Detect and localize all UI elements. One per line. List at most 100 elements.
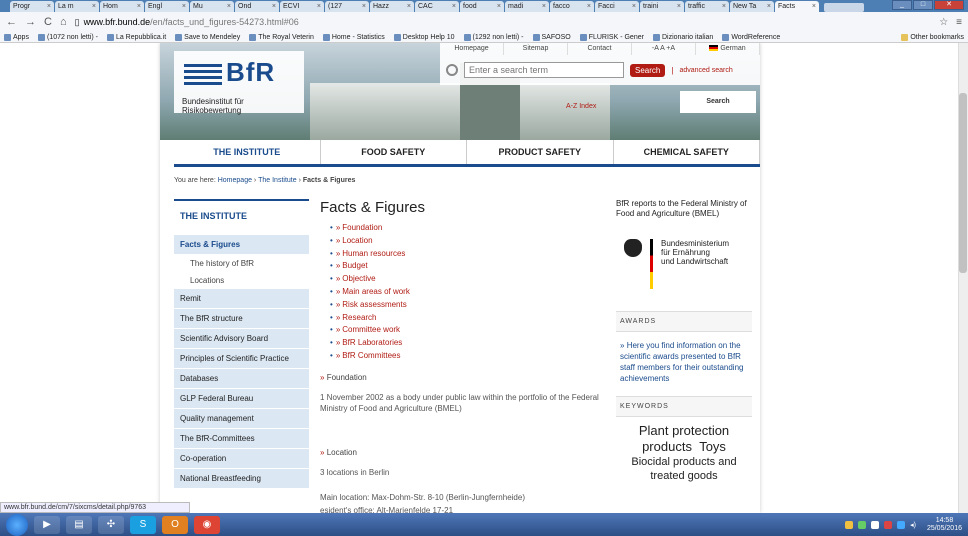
az-search-tab[interactable]: Search <box>680 91 756 113</box>
other-bookmarks[interactable]: Other bookmarks <box>901 33 964 41</box>
bookmark-item[interactable]: WordReference <box>722 33 780 41</box>
az-index-link[interactable]: A-Z Index <box>560 99 630 119</box>
breadcrumb-homepage[interactable]: Homepage <box>218 177 252 184</box>
network-app-icon[interactable]: ✣ <box>98 515 124 534</box>
bfr-logo[interactable]: BfR Bundesinstitut für Risikobewertung <box>174 51 304 115</box>
left-menu-item[interactable]: Databases <box>174 369 309 389</box>
ministry-logo[interactable]: Bundesministerium für Ernährung und Land… <box>624 239 752 289</box>
left-menu-item[interactable]: Co-operation <box>174 449 309 469</box>
toc-item[interactable]: •» Foundation <box>330 222 610 235</box>
bookmark-item[interactable]: SAFOSO <box>532 33 571 41</box>
nav-the-institute[interactable]: THE INSTITUTE <box>174 140 321 164</box>
toc-item[interactable]: •» Location <box>330 235 610 248</box>
toc-item[interactable]: •» Human resources <box>330 248 610 261</box>
close-tab-icon[interactable]: × <box>362 1 366 12</box>
font-size-control[interactable]: -A A +A <box>632 43 696 55</box>
toc-item[interactable]: •» Research <box>330 312 610 325</box>
close-tab-icon[interactable]: × <box>767 1 771 12</box>
clock[interactable]: 14:58 25/05/2016 <box>927 517 962 533</box>
left-menu-item[interactable]: Principles of Scientific Practice <box>174 349 309 369</box>
keyword-treated-goods[interactable]: treated goods <box>616 469 752 483</box>
bookmark-item[interactable]: FLURISK - Gener <box>579 33 644 41</box>
search-input[interactable] <box>464 62 624 78</box>
close-tab-icon[interactable]: × <box>812 1 816 12</box>
browser-tab[interactable]: Facts × <box>775 1 819 12</box>
close-window-button[interactable]: ✕ <box>934 0 964 10</box>
toc-item[interactable]: •» Main areas of work <box>330 286 610 299</box>
close-tab-icon[interactable]: × <box>497 1 501 12</box>
bookmark-item[interactable]: Desktop Help 10 <box>393 33 455 41</box>
back-icon[interactable]: ← <box>6 16 17 28</box>
volume-icon[interactable]: ◂) <box>910 521 916 529</box>
browser-tab[interactable]: Hom × <box>100 1 144 12</box>
keyword-plant-protection[interactable]: Plant protection <box>616 423 752 439</box>
browser-tab[interactable]: CAC × <box>415 1 459 12</box>
homepage-link[interactable]: Homepage <box>440 43 504 55</box>
close-tab-icon[interactable]: × <box>722 1 726 12</box>
nav-product-safety[interactable]: PRODUCT SAFETY <box>467 140 614 164</box>
left-menu-item[interactable]: National Breastfeeding <box>174 469 309 489</box>
left-menu-item[interactable]: Remit <box>174 289 309 309</box>
section-location-heading[interactable]: » Location <box>320 448 610 457</box>
section-foundation-heading[interactable]: » Foundation <box>320 373 610 382</box>
left-menu-item[interactable]: Scientific Advisory Board <box>174 329 309 349</box>
tray-icon[interactable] <box>845 520 854 529</box>
reload-icon[interactable]: C <box>44 16 52 28</box>
browser-tab[interactable]: Progr × <box>10 1 54 12</box>
keyword-biocidal[interactable]: Biocidal products and <box>616 455 752 469</box>
close-tab-icon[interactable]: × <box>632 1 636 12</box>
tray-icon[interactable] <box>871 520 880 529</box>
star-icon[interactable]: ☆ <box>939 17 948 28</box>
toc-item[interactable]: •» BfR Committees <box>330 350 610 363</box>
bookmark-item[interactable]: La Repubblica.it <box>106 33 166 41</box>
left-menu-item[interactable]: Quality management <box>174 409 309 429</box>
browser-tab[interactable]: Engl × <box>145 1 189 12</box>
browser-tab[interactable]: traffic × <box>685 1 729 12</box>
toc-item[interactable]: •» Budget <box>330 260 610 273</box>
browser-tab[interactable]: madi × <box>505 1 549 12</box>
bookmark-item[interactable]: Dizionario italian <box>652 33 713 41</box>
nav-chemical-safety[interactable]: CHEMICAL SAFETY <box>614 140 760 164</box>
forward-icon[interactable]: → <box>25 16 36 28</box>
tray-icon[interactable] <box>897 520 906 529</box>
media-player-icon[interactable]: ▶ <box>34 515 60 534</box>
close-tab-icon[interactable]: × <box>317 1 321 12</box>
left-menu-item[interactable]: The BfR structure <box>174 309 309 329</box>
browser-tab[interactable]: La m × <box>55 1 99 12</box>
file-explorer-icon[interactable]: ▤ <box>66 515 92 534</box>
home-icon[interactable]: ⌂ <box>60 16 67 28</box>
close-tab-icon[interactable]: × <box>47 1 51 12</box>
toc-item[interactable]: •» Objective <box>330 273 610 286</box>
nav-food-safety[interactable]: FOOD SAFETY <box>321 140 467 164</box>
close-tab-icon[interactable]: × <box>677 1 681 12</box>
close-tab-icon[interactable]: × <box>587 1 591 12</box>
close-tab-icon[interactable]: × <box>137 1 141 12</box>
toc-item[interactable]: •» Risk assessments <box>330 299 610 312</box>
browser-tab[interactable]: Mu × <box>190 1 234 12</box>
maximize-button[interactable]: □ <box>913 0 933 10</box>
browser-tab[interactable]: (127 × <box>325 1 369 12</box>
keyword-products[interactable]: products <box>642 439 692 454</box>
menu-facts-figures[interactable]: Facts & Figures <box>174 235 309 255</box>
browser-tab[interactable]: traini × <box>640 1 684 12</box>
toc-item[interactable]: •» BfR Laboratories <box>330 337 610 350</box>
menu-locations[interactable]: Locations <box>174 272 309 289</box>
chrome-icon[interactable]: ◉ <box>194 515 220 534</box>
tray-icon[interactable] <box>858 520 867 529</box>
browser-tab[interactable]: food × <box>460 1 504 12</box>
bookmark-item[interactable]: Save to Mendeley <box>175 33 240 41</box>
search-button[interactable]: Search <box>630 63 666 77</box>
bookmark-item[interactable]: (1072 non letti) - <box>37 33 98 41</box>
left-menu-item[interactable]: The BfR-Committees <box>174 429 309 449</box>
bookmark-item[interactable]: Apps <box>4 33 29 41</box>
left-menu-item[interactable]: GLP Federal Bureau <box>174 389 309 409</box>
close-tab-icon[interactable]: × <box>227 1 231 12</box>
bookmark-item[interactable]: The Royal Veterin <box>249 33 314 41</box>
advanced-search-link[interactable]: advanced search <box>679 67 732 74</box>
browser-tab[interactable]: Facci × <box>595 1 639 12</box>
close-tab-icon[interactable]: × <box>182 1 186 12</box>
language-switch[interactable]: German <box>696 43 760 55</box>
browser-tab[interactable]: New Ta × <box>730 1 774 12</box>
browser-tab[interactable]: ECVI × <box>280 1 324 12</box>
browser-tab[interactable]: Hazz × <box>370 1 414 12</box>
